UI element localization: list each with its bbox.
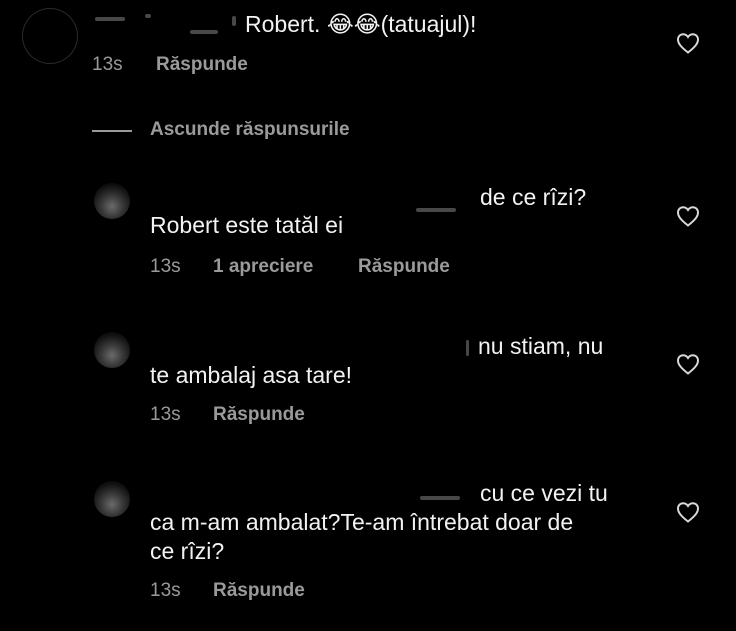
reply-text-line: ca m-am ambalat?Te-am întrebat doar de bbox=[150, 509, 574, 535]
reply-timestamp: 13s bbox=[150, 256, 181, 277]
reply-text-line: Robert este tatăl ei bbox=[150, 212, 344, 238]
redacted-username-fragment bbox=[190, 30, 218, 34]
like-heart-icon[interactable] bbox=[676, 353, 700, 375]
replies-divider bbox=[92, 130, 132, 132]
reply-text-line: ce rîzi? bbox=[150, 538, 225, 564]
reply-button[interactable]: Răspunde bbox=[213, 580, 305, 602]
reply-avatar[interactable] bbox=[94, 183, 130, 219]
reply-text-line: te ambalaj asa tare! bbox=[150, 362, 353, 388]
redacted-username bbox=[420, 496, 460, 500]
reply-button[interactable]: Răspunde bbox=[213, 404, 305, 426]
like-heart-icon[interactable] bbox=[676, 32, 700, 54]
reply-text-line: de ce rîzi? bbox=[480, 184, 587, 210]
reply-avatar[interactable] bbox=[94, 332, 130, 368]
reply-text-line: nu stiam, nu bbox=[478, 333, 604, 359]
comment-timestamp: 13s bbox=[92, 54, 123, 75]
redacted-username bbox=[95, 17, 125, 21]
hide-replies-button[interactable]: Ascunde răspunsurile bbox=[150, 119, 350, 141]
like-heart-icon[interactable] bbox=[676, 205, 700, 227]
reply-button[interactable]: Răspunde bbox=[156, 54, 248, 76]
reply-timestamp: 13s bbox=[150, 580, 181, 601]
like-heart-icon[interactable] bbox=[676, 501, 700, 523]
comment-text: Robert. 😂😂(tatuajul)! bbox=[245, 11, 477, 37]
redacted-username bbox=[416, 208, 456, 212]
reply-text-line: cu ce vezi tu bbox=[480, 480, 608, 506]
redacted-username-fragment bbox=[466, 340, 469, 356]
redacted-username-fragment bbox=[145, 14, 151, 18]
likes-count-link[interactable]: 1 apreciere bbox=[213, 256, 313, 278]
comment-avatar[interactable] bbox=[22, 8, 78, 64]
reply-button[interactable]: Răspunde bbox=[358, 256, 450, 278]
reply-avatar[interactable] bbox=[94, 481, 130, 517]
redacted-username-fragment bbox=[232, 16, 236, 26]
reply-timestamp: 13s bbox=[150, 404, 181, 425]
